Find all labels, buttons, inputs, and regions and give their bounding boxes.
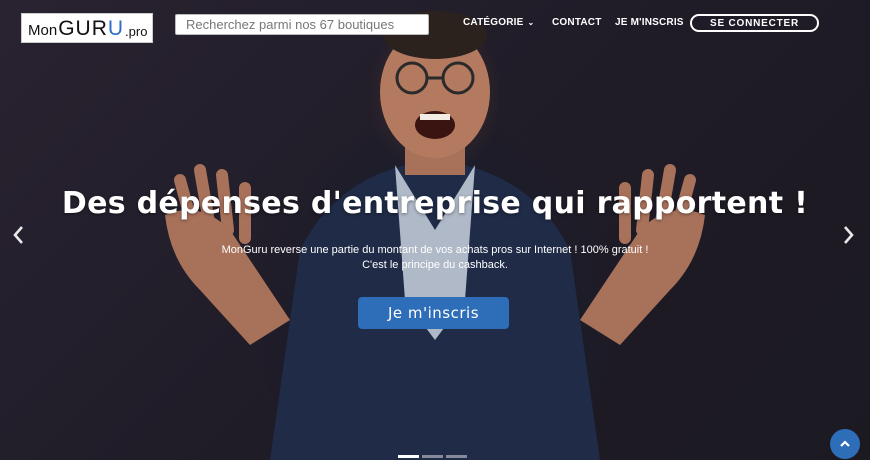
menu-category[interactable]: CATÉGORIE ⌄ [463,17,534,28]
chevron-up-icon [840,440,850,447]
scroll-to-top-button[interactable] [830,429,860,459]
menu-category-label: CATÉGORIE [463,17,524,28]
logo-u: U [107,17,125,40]
carousel-dot-1[interactable] [398,455,419,458]
logo-guru: GURU [58,18,124,39]
top-navbar: Mon GURU .pro Recherchez parmi nos 67 bo… [0,0,870,46]
site-logo[interactable]: Mon GURU .pro [21,13,153,43]
login-button[interactable]: SE CONNECTER [690,14,819,32]
menu-signup[interactable]: JE M'INSCRIS [615,17,684,28]
logo-r: R [91,17,108,40]
logo-pro: .pro [125,24,148,39]
menu-contact[interactable]: CONTACT [552,17,602,28]
carousel-indicators [398,455,467,458]
logo-gu: GU [58,17,92,40]
signup-cta-button[interactable]: Je m'inscris [358,297,509,329]
hero-carousel: Mon GURU .pro Recherchez parmi nos 67 bo… [0,0,870,460]
logo-mon: Mon [28,22,58,39]
chevron-down-icon: ⌄ [527,18,535,27]
search-input[interactable]: Recherchez parmi nos 67 boutiques [175,14,429,35]
carousel-dot-2[interactable] [422,455,443,458]
carousel-dot-3[interactable] [446,455,467,458]
hero-background-image [165,11,705,460]
hero-subtext: MonGuru reverse une partie du montant de… [221,244,649,271]
chevron-right-icon[interactable] [842,224,856,252]
hero-headline: Des dépenses d'entreprise qui rapportent… [61,186,809,221]
chevron-left-icon[interactable] [11,224,25,252]
